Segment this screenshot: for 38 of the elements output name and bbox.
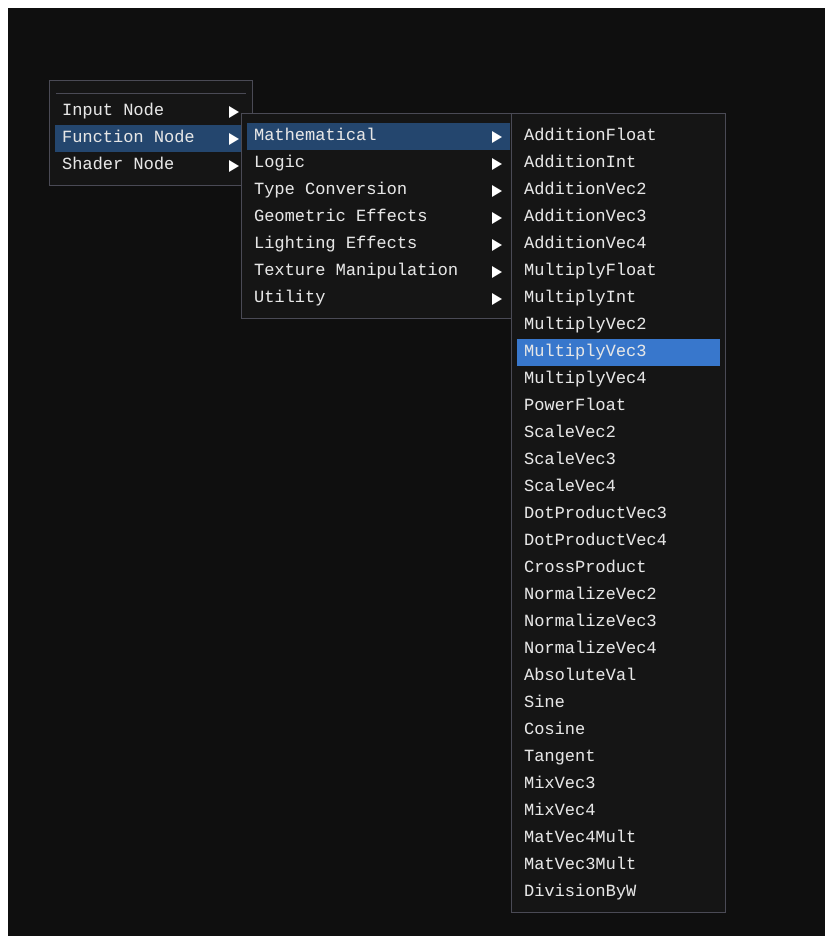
menu-item[interactable]: Lighting Effects	[247, 231, 510, 258]
menu-item[interactable]: Type Conversion	[247, 177, 510, 204]
menu-item[interactable]: AdditionVec4	[517, 231, 720, 258]
menu-item[interactable]: ScaleVec2	[517, 420, 720, 447]
menu-item[interactable]: DivisionByW	[517, 879, 720, 906]
menu-item[interactable]: PowerFloat	[517, 393, 720, 420]
menu-item[interactable]: AbsoluteVal	[517, 663, 720, 690]
menu-item[interactable]: ScaleVec4	[517, 474, 720, 501]
menu-item[interactable]: AdditionInt	[517, 150, 720, 177]
menu-item[interactable]: MultiplyVec2	[517, 312, 720, 339]
menu-item[interactable]: Geometric Effects	[247, 204, 510, 231]
menu-item[interactable]: Logic	[247, 150, 510, 177]
menu-item[interactable]: Mathematical	[247, 123, 510, 150]
menu-item[interactable]: NormalizeVec3	[517, 609, 720, 636]
menu-item[interactable]: Tangent	[517, 744, 720, 771]
menu-item[interactable]: Input Node	[55, 98, 247, 125]
menu-item[interactable]: Cosine	[517, 717, 720, 744]
menu-item[interactable]: NormalizeVec2	[517, 582, 720, 609]
menu-item[interactable]: ScaleVec3	[517, 447, 720, 474]
menu-item[interactable]: MixVec4	[517, 798, 720, 825]
menu-item[interactable]: Texture Manipulation	[247, 258, 510, 285]
menu-item[interactable]: MultiplyVec3	[517, 339, 720, 366]
menu-item[interactable]: AdditionVec2	[517, 177, 720, 204]
menu-item[interactable]: MixVec3	[517, 771, 720, 798]
menu-item[interactable]: AdditionVec3	[517, 204, 720, 231]
menu-item[interactable]: MatVec3Mult	[517, 852, 720, 879]
menu-item[interactable]: Sine	[517, 690, 720, 717]
menu-item[interactable]: CrossProduct	[517, 555, 720, 582]
menu-item[interactable]: Utility	[247, 285, 510, 312]
menu-item[interactable]: DotProductVec4	[517, 528, 720, 555]
menu-item[interactable]: Shader Node	[55, 152, 247, 179]
menu-item[interactable]: MatVec4Mult	[517, 825, 720, 852]
menu-item[interactable]: MultiplyVec4	[517, 366, 720, 393]
menu-item[interactable]: MultiplyInt	[517, 285, 720, 312]
menu-item[interactable]: AdditionFloat	[517, 123, 720, 150]
menu-item[interactable]: DotProductVec3	[517, 501, 720, 528]
menu-item[interactable]: NormalizeVec4	[517, 636, 720, 663]
menu-item[interactable]: MultiplyFloat	[517, 258, 720, 285]
